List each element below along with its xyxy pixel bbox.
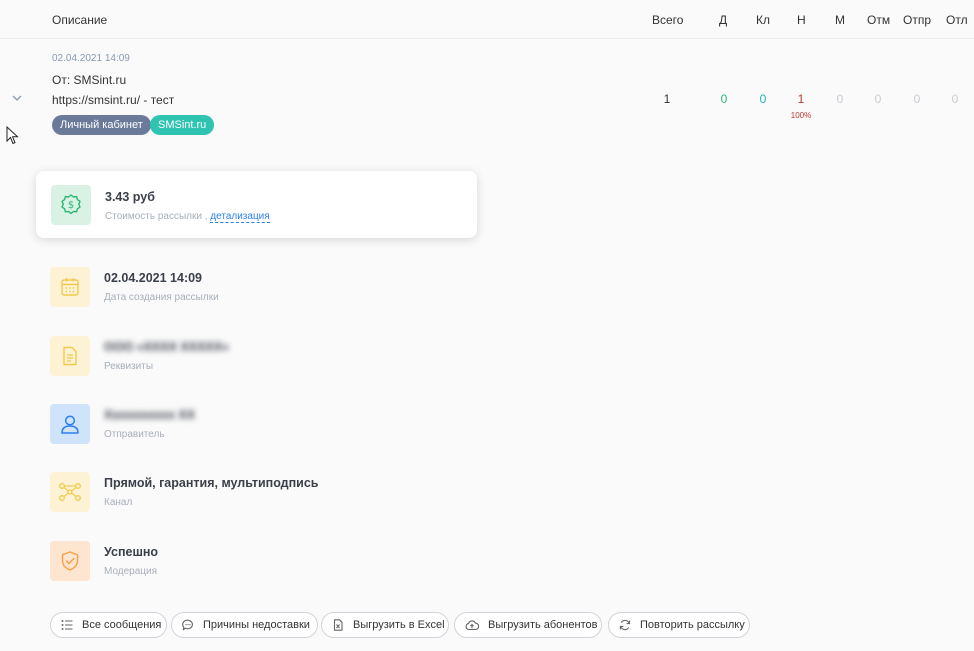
column-not-delivered[interactable]: Н bbox=[797, 13, 806, 27]
repeat-mailing-button[interactable]: Повторить рассылку bbox=[608, 612, 750, 638]
stat-m[interactable]: 0 bbox=[825, 92, 855, 106]
column-cancelled[interactable]: Отм bbox=[867, 13, 890, 27]
document-icon bbox=[63, 346, 77, 366]
sender-label: Отправитель bbox=[104, 429, 165, 440]
route-icon-box bbox=[50, 472, 90, 512]
column-sent[interactable]: Отпр bbox=[903, 13, 931, 27]
export-excel-button[interactable]: Выгрузить в Excel bbox=[321, 612, 449, 638]
all-messages-label: Все сообщения bbox=[82, 619, 162, 631]
cost-label-text: Стоимость рассылки , bbox=[105, 211, 208, 222]
tag-personal-cabinet[interactable]: Личный кабинет bbox=[52, 115, 151, 135]
cost-value: 3.43 руб bbox=[105, 190, 155, 204]
shield-icon-box bbox=[50, 541, 90, 581]
calendar-icon-box bbox=[50, 267, 90, 307]
mailing-date: 02.04.2021 14:09 bbox=[52, 53, 130, 64]
calendar-icon bbox=[61, 278, 79, 296]
user-icon-box bbox=[50, 404, 90, 444]
export-subscribers-label: Выгрузить абонентов bbox=[488, 619, 598, 631]
svg-text:$: $ bbox=[68, 200, 74, 211]
chevron-down-icon[interactable] bbox=[10, 91, 24, 105]
mouse-cursor-icon bbox=[6, 126, 19, 145]
channel-value: Прямой, гарантия, мультиподпись bbox=[104, 476, 319, 490]
document-icon-box bbox=[50, 336, 90, 376]
created-label: Дата создания рассылки bbox=[104, 292, 219, 303]
details-link[interactable]: детализация bbox=[210, 211, 270, 223]
requisites-value: ООО «ХХХХ ХХХХХ» bbox=[104, 340, 230, 354]
stat-deferred[interactable]: 0 bbox=[940, 92, 970, 106]
channel-label: Канал bbox=[104, 497, 133, 508]
stat-clicked[interactable]: 0 bbox=[748, 92, 778, 106]
mailing-sender: От: SMSint.ru bbox=[52, 73, 127, 87]
export-subscribers-button[interactable]: Выгрузить абонентов bbox=[454, 612, 602, 638]
list-icon bbox=[61, 620, 73, 630]
stat-cancelled[interactable]: 0 bbox=[863, 92, 893, 106]
stat-not-delivered-percent: 100% bbox=[790, 111, 812, 120]
shield-check-icon bbox=[61, 551, 79, 571]
cost-label: Стоимость рассылки , детализация bbox=[105, 211, 270, 223]
column-description[interactable]: Описание bbox=[52, 13, 107, 27]
column-deferred[interactable]: Отл bbox=[946, 13, 968, 27]
requisites-label: Реквизиты bbox=[104, 361, 154, 372]
mailing-description: https://smsint.ru/ - тест bbox=[52, 93, 175, 107]
export-excel-label: Выгрузить в Excel bbox=[353, 619, 445, 631]
failure-reasons-label: Причины недоставки bbox=[203, 619, 310, 631]
user-icon bbox=[61, 415, 79, 434]
table-header: Описание Всего Д Кл Н М Отм Отпр Отл bbox=[0, 0, 974, 39]
cost-icon-box: $ bbox=[51, 185, 91, 225]
moderation-label: Модерация bbox=[104, 566, 158, 577]
excel-file-icon bbox=[333, 619, 343, 631]
cost-card: $ 3.43 руб Стоимость рассылки , детализа… bbox=[36, 171, 477, 238]
chat-bubble-icon bbox=[182, 619, 193, 631]
repeat-mailing-label: Повторить рассылку bbox=[640, 619, 745, 631]
stat-sent[interactable]: 0 bbox=[902, 92, 932, 106]
cloud-upload-icon bbox=[465, 620, 479, 631]
refresh-icon bbox=[619, 619, 631, 631]
all-messages-button[interactable]: Все сообщения bbox=[50, 612, 167, 638]
column-m[interactable]: М bbox=[835, 13, 845, 27]
stat-total[interactable]: 1 bbox=[652, 92, 682, 106]
tag-smsint[interactable]: SMSint.ru bbox=[150, 115, 215, 135]
created-value: 02.04.2021 14:09 bbox=[104, 271, 203, 285]
sender-value: Хххххххххх ХХ bbox=[104, 408, 196, 422]
route-nodes-icon bbox=[59, 483, 81, 501]
column-clicked[interactable]: Кл bbox=[756, 13, 770, 27]
column-total[interactable]: Всего bbox=[652, 13, 683, 27]
money-badge-icon: $ bbox=[61, 194, 81, 215]
moderation-value: Успешно bbox=[104, 545, 159, 559]
failure-reasons-button[interactable]: Причины недоставки bbox=[171, 612, 318, 638]
column-delivered[interactable]: Д bbox=[719, 13, 727, 27]
stat-delivered[interactable]: 0 bbox=[709, 92, 739, 106]
stat-not-delivered[interactable]: 1 bbox=[786, 92, 816, 106]
